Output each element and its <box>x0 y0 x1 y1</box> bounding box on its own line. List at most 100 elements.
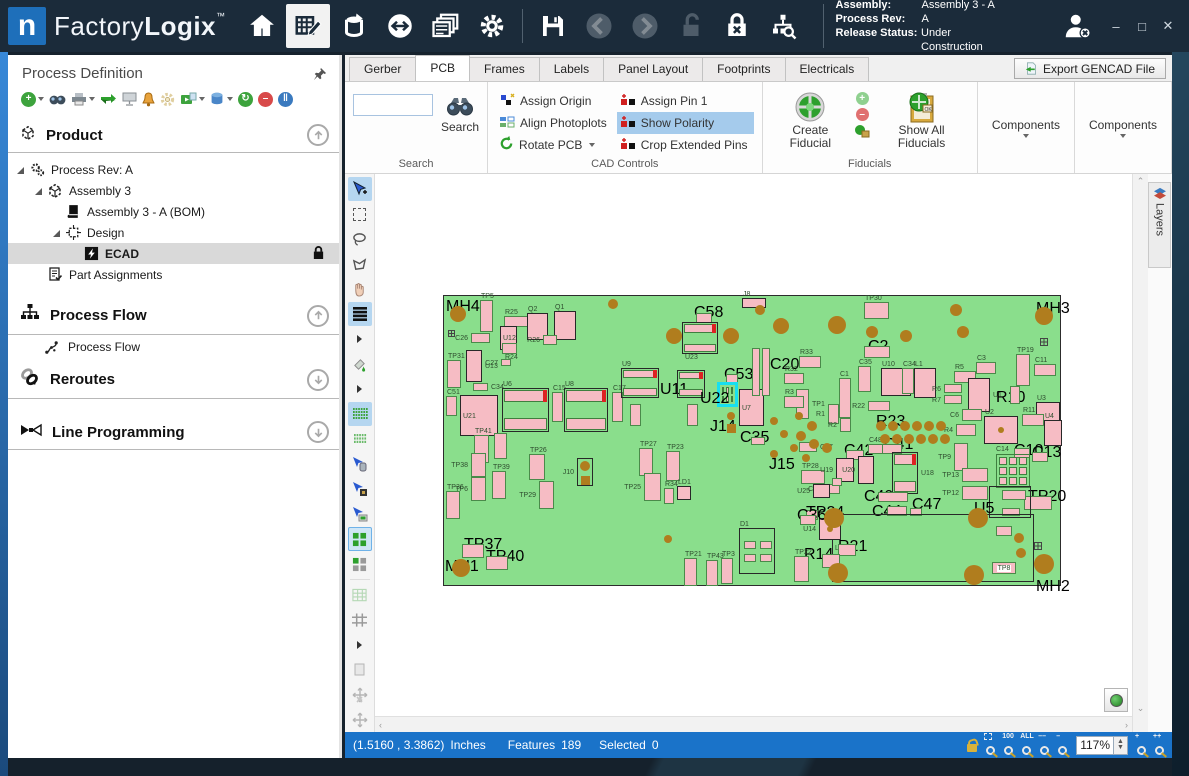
save-button[interactable] <box>531 4 575 48</box>
pcb-component-tp13[interactable]: TP13 <box>962 468 988 482</box>
select-chip-tool[interactable] <box>348 477 372 501</box>
search-input[interactable] <box>353 94 433 116</box>
pcb-component[interactable] <box>760 541 772 549</box>
zoom-lock-icon[interactable] <box>967 744 977 752</box>
pcb-component-d1[interactable]: D1 <box>739 528 775 574</box>
pcb-component-tp21[interactable]: TP21 <box>684 558 697 586</box>
pcb-component-tp12[interactable]: TP12 <box>962 486 988 500</box>
lasso-select-tool[interactable] <box>348 227 372 251</box>
pcb-component-tp27[interactable]: TP27 <box>639 448 653 476</box>
pcb-component-c3[interactable]: C3 <box>976 362 996 374</box>
pcb-component-r32[interactable]: R32 <box>784 373 804 384</box>
pcb-component-u9[interactable]: U9 <box>621 368 659 398</box>
pcb-component[interactable] <box>486 556 508 570</box>
pcb-component-c34[interactable]: C34 <box>473 383 488 391</box>
pcb-component-u20[interactable]: U20 <box>858 456 874 484</box>
pcb-component[interactable] <box>1034 542 1042 550</box>
flyout-arrow[interactable] <box>348 633 372 657</box>
pcb-hole[interactable] <box>664 535 672 543</box>
pcb-hole[interactable] <box>924 421 934 431</box>
pcb-component[interactable] <box>800 515 816 525</box>
pcb-component[interactable] <box>744 541 756 549</box>
pcb-hole[interactable] <box>796 431 806 441</box>
pcb-component[interactable] <box>832 478 842 486</box>
horizontal-scrollbar[interactable]: ‹› <box>375 716 1132 732</box>
compare-button[interactable] <box>99 90 118 108</box>
pcb-component-c27[interactable]: C27 <box>501 359 511 366</box>
marquee-select-tool[interactable] <box>348 202 372 226</box>
documents-button[interactable] <box>424 4 468 48</box>
assign-origin-button[interactable]: Assign Origin <box>496 90 613 112</box>
database-button[interactable] <box>209 90 234 108</box>
collapse-down-icon[interactable] <box>307 421 329 443</box>
scroll-left-arrow[interactable]: ‹ <box>379 720 382 730</box>
remove-button[interactable]: – <box>257 90 274 108</box>
pcb-component[interactable] <box>494 433 507 459</box>
fill-tool[interactable] <box>348 352 372 376</box>
print-button[interactable] <box>70 90 96 108</box>
zoom-window-button[interactable] <box>986 735 995 755</box>
pcb-component-u13[interactable]: U13 <box>466 350 482 382</box>
pcb-component-r2[interactable]: R2 <box>840 418 851 432</box>
pcb-component-c14[interactable]: C14 <box>996 454 1030 488</box>
grid-small-tool[interactable] <box>348 427 372 451</box>
pcb-component-tp26[interactable]: TP26 <box>529 454 545 480</box>
tree-item-assembly-3[interactable]: Assembly 3 <box>8 180 339 201</box>
tree-item-part-assignments[interactable]: Part Assignments <box>8 264 339 285</box>
pcb-component-r6[interactable]: R6 <box>944 384 962 393</box>
zoom-out-button[interactable]: – <box>1058 735 1067 755</box>
pcb-hole[interactable] <box>950 304 962 316</box>
pcb-component-r26[interactable]: R26 <box>543 335 557 345</box>
pcb-component-c15[interactable]: C15 <box>552 392 563 422</box>
fiducial-settings-icon[interactable] <box>854 124 870 138</box>
select-board-tool[interactable] <box>348 502 372 526</box>
layers-tool[interactable] <box>348 302 372 326</box>
pcb-component-tp39[interactable]: TP39 <box>492 471 506 499</box>
pcb-component[interactable] <box>762 348 770 396</box>
pcb-component[interactable] <box>838 544 856 556</box>
pcb-component-c34[interactable]: C34 <box>902 368 914 394</box>
pcb-hole[interactable] <box>822 443 832 453</box>
pcb-component-u8[interactable]: U8 <box>564 388 608 432</box>
settings-button[interactable] <box>159 90 176 108</box>
zoom-out-fast-button[interactable]: –– <box>1040 735 1049 755</box>
pcb-hole[interactable] <box>900 330 912 342</box>
tree-expander[interactable] <box>16 165 26 175</box>
pcb-component-c11[interactable]: C11 <box>1034 364 1056 376</box>
tree-item-process-flow[interactable]: Process Flow <box>8 335 339 359</box>
zoom-100-button[interactable]: 100 <box>1004 735 1013 755</box>
pcb-component-u1[interactable]: U1 <box>968 378 990 412</box>
audit-search-button[interactable] <box>761 4 805 48</box>
fiducial-remove-button[interactable]: – <box>856 108 869 121</box>
pcb-hole[interactable] <box>666 328 682 344</box>
collapse-up-icon[interactable] <box>307 124 329 146</box>
pcb-component-tp23[interactable]: TP23 <box>666 451 680 481</box>
view-world-button[interactable] <box>1104 688 1128 712</box>
pcb-component-c26[interactable]: C26 <box>471 333 490 343</box>
section-header-reroutes[interactable]: Reroutes <box>8 359 339 399</box>
pcb-pad-square[interactable] <box>727 424 736 433</box>
pcb-component[interactable] <box>1010 386 1020 404</box>
redo-button[interactable] <box>623 4 667 48</box>
scroll-down-arrow[interactable]: ⌄ <box>1137 703 1145 714</box>
section-header-line-programming[interactable]: Line Programming <box>8 413 339 450</box>
grid-tool[interactable] <box>348 402 372 426</box>
pcb-hole[interactable] <box>928 434 938 444</box>
scroll-up-arrow[interactable]: ⌃ <box>1137 176 1145 187</box>
refresh-button[interactable]: ↻ <box>237 90 254 108</box>
pcb-component-r33[interactable]: R33 <box>799 356 821 368</box>
grid-light-tool[interactable] <box>348 583 372 607</box>
tab-pcb[interactable]: PCB <box>415 55 470 81</box>
select-paste-tool[interactable] <box>348 452 372 476</box>
pcb-component-tp6[interactable]: TP6 <box>471 477 486 501</box>
pcb-hole[interactable] <box>773 318 789 334</box>
pcb-component[interactable] <box>1032 452 1048 462</box>
section-header-product[interactable]: Product <box>8 116 339 153</box>
move-tool[interactable] <box>348 708 372 732</box>
tab-labels[interactable]: Labels <box>539 57 604 81</box>
pcb-component-tp29[interactable]: TP29 <box>539 481 554 509</box>
tab-footprints[interactable]: Footprints <box>702 57 785 81</box>
pcb-component[interactable] <box>687 404 698 426</box>
pcb-component-tp31[interactable]: TP31 <box>447 360 461 388</box>
search-button[interactable]: Search <box>441 94 479 134</box>
